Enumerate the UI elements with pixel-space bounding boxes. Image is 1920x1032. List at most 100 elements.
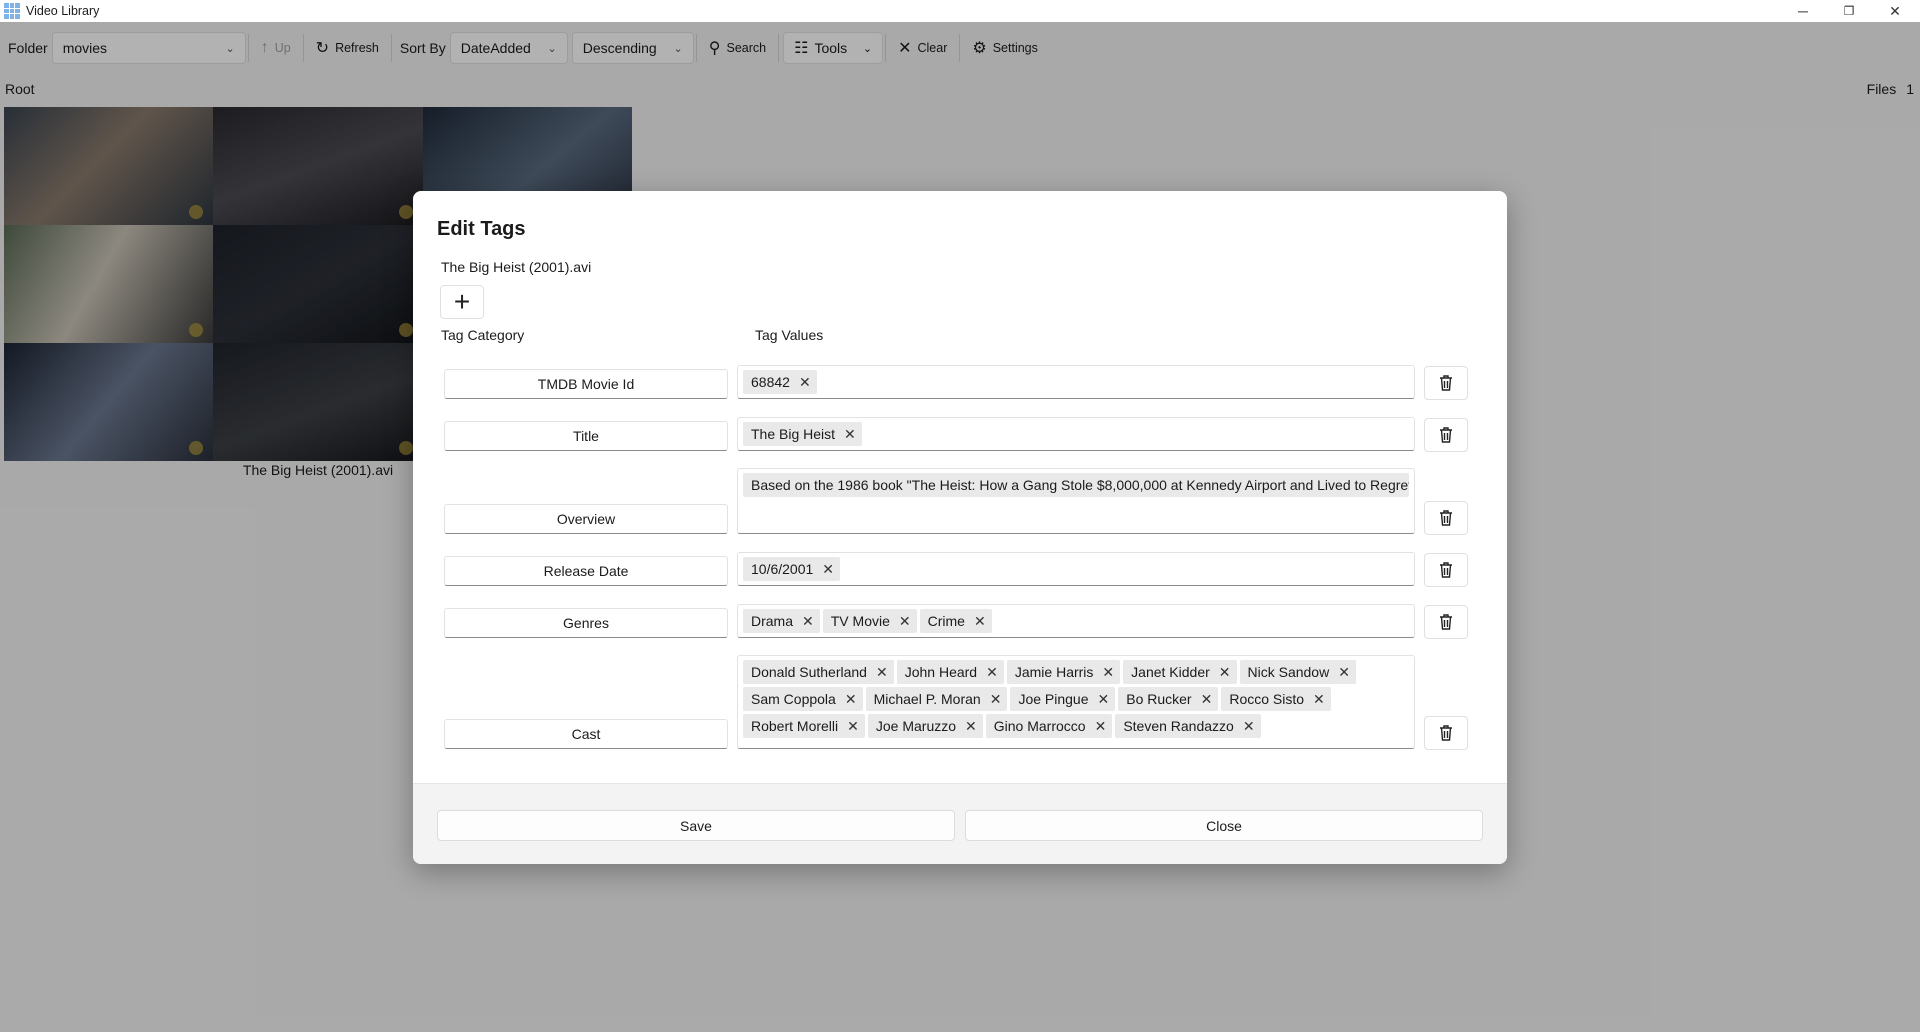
tag-chip-text: 68842 [751, 374, 790, 390]
tag-chip-text: Janet Kidder [1131, 664, 1210, 680]
tag-chip-text: Rocco Sisto [1229, 691, 1305, 707]
delete-tag-button[interactable] [1424, 366, 1468, 400]
remove-tag-icon[interactable]: ✕ [1243, 718, 1255, 735]
tag-chip: Joe Maruzzo ✕ [867, 714, 983, 738]
tag-chip-text: Robert Morelli [751, 718, 839, 734]
tag-chip: Based on the 1986 book "The Heist: How a… [743, 473, 1409, 497]
dialog-title: Edit Tags [437, 218, 526, 240]
trash-icon [1440, 562, 1452, 578]
remove-tag-icon[interactable]: ✕ [802, 613, 814, 630]
tag-chip-text: Gino Marrocco [993, 718, 1086, 734]
tag-chip: Jamie Harris ✕ [1006, 660, 1121, 684]
delete-tag-button[interactable] [1424, 605, 1468, 639]
tag-chip-text: TV Movie [830, 613, 890, 629]
tag-chip-text: 10/6/2001 [751, 561, 814, 577]
tag-category-field[interactable]: Overview [444, 504, 728, 534]
tag-values-field[interactable]: The Big Heist ✕ [737, 417, 1415, 451]
delete-tag-button[interactable] [1424, 418, 1468, 452]
remove-tag-icon[interactable]: ✕ [899, 613, 911, 630]
remove-tag-icon[interactable]: ✕ [1102, 664, 1114, 681]
tag-chip-text: The Big Heist [751, 426, 836, 442]
remove-tag-icon[interactable]: ✕ [847, 718, 859, 735]
app-icon [4, 3, 20, 19]
tag-chip: Janet Kidder ✕ [1123, 660, 1237, 684]
tag-chip: Drama ✕ [743, 609, 820, 633]
tag-chip: Robert Morelli ✕ [743, 714, 865, 738]
tag-chip: Donald Sutherland ✕ [743, 660, 894, 684]
tag-chip-text: Bo Rucker [1126, 691, 1192, 707]
tag-values-field[interactable]: 10/6/2001 ✕ [737, 552, 1415, 586]
dialog-file-name: The Big Heist (2001).avi [441, 259, 592, 275]
tag-chip: Joe Pingue ✕ [1010, 687, 1116, 711]
maximize-button[interactable]: ❐ [1826, 0, 1872, 22]
close-button[interactable]: Close [965, 810, 1483, 841]
tag-chip: Rocco Sisto ✕ [1221, 687, 1331, 711]
remove-tag-icon[interactable]: ✕ [1098, 691, 1110, 708]
remove-tag-icon[interactable]: ✕ [986, 664, 998, 681]
tag-chip: Steven Randazzo ✕ [1115, 714, 1261, 738]
remove-tag-icon[interactable]: ✕ [1201, 691, 1213, 708]
tag-chip-text: Sam Coppola [751, 691, 836, 707]
delete-tag-button[interactable] [1424, 553, 1468, 587]
remove-tag-icon[interactable]: ✕ [1219, 664, 1231, 681]
title-bar: Video Library ─ ❐ ✕ [0, 0, 1920, 22]
tag-chip: Sam Coppola ✕ [743, 687, 863, 711]
delete-tag-button[interactable] [1424, 501, 1468, 535]
edit-tags-dialog: Edit Tags The Big Heist (2001).avi + Tag… [413, 191, 1507, 864]
tag-values-field[interactable]: 68842 ✕ [737, 365, 1415, 399]
tag-category-field[interactable]: Title [444, 421, 728, 451]
tag-category-field[interactable]: Release Date [444, 556, 728, 586]
tag-category-field[interactable]: TMDB Movie Id [444, 369, 728, 399]
plus-icon: + [453, 286, 471, 317]
tag-chip-text: Based on the 1986 book "The Heist: How a… [751, 477, 1409, 493]
tag-chip: The Big Heist ✕ [743, 422, 862, 446]
remove-tag-icon[interactable]: ✕ [1095, 718, 1107, 735]
tag-values-field[interactable]: Based on the 1986 book "The Heist: How a… [737, 468, 1415, 534]
remove-tag-icon[interactable]: ✕ [1338, 664, 1350, 681]
tag-chip-text: Joe Pingue [1018, 691, 1089, 707]
tag-chip-text: Joe Maruzzo [875, 718, 957, 734]
save-button[interactable]: Save [437, 810, 955, 841]
window-title: Video Library [26, 4, 100, 18]
remove-tag-icon[interactable]: ✕ [965, 718, 977, 735]
tag-chip-text: Nick Sandow [1247, 664, 1330, 680]
tag-chip-text: Michael P. Moran [873, 691, 981, 707]
minimize-button[interactable]: ─ [1780, 0, 1826, 22]
dialog-footer: Save Close [413, 783, 1507, 864]
tag-values-field[interactable]: Drama ✕ TV Movie ✕ Crime ✕ [737, 604, 1415, 638]
tag-values-header: Tag Values [755, 327, 824, 343]
tag-chip-text: Steven Randazzo [1123, 718, 1234, 734]
trash-icon [1440, 375, 1452, 391]
tag-values-field[interactable]: Donald Sutherland ✕ John Heard ✕ Jamie Harri… [737, 655, 1415, 749]
remove-tag-icon[interactable]: ✕ [1313, 691, 1325, 708]
tag-chip: John Heard ✕ [896, 660, 1004, 684]
tag-chip: 10/6/2001 ✕ [743, 557, 841, 581]
close-window-button[interactable]: ✕ [1872, 0, 1918, 22]
tag-category-field[interactable]: Genres [444, 608, 728, 638]
trash-icon [1440, 725, 1452, 741]
remove-tag-icon[interactable]: ✕ [799, 374, 811, 391]
delete-tag-button[interactable] [1424, 716, 1468, 750]
trash-icon [1440, 427, 1452, 443]
tag-category-field[interactable]: Cast [444, 719, 728, 749]
tag-chip-text: Drama [751, 613, 794, 629]
trash-icon [1440, 510, 1452, 526]
trash-icon [1440, 614, 1452, 630]
remove-tag-icon[interactable]: ✕ [876, 664, 888, 681]
tag-chip: Crime ✕ [919, 609, 992, 633]
tag-chip: Michael P. Moran ✕ [865, 687, 1008, 711]
remove-tag-icon[interactable]: ✕ [845, 691, 857, 708]
remove-tag-icon[interactable]: ✕ [990, 691, 1002, 708]
tag-chip: Nick Sandow ✕ [1239, 660, 1356, 684]
tag-chip: Bo Rucker ✕ [1118, 687, 1219, 711]
tag-category-header: Tag Category [441, 327, 525, 343]
tag-chip-text: Donald Sutherland [751, 664, 867, 680]
remove-tag-icon[interactable]: ✕ [974, 613, 986, 630]
remove-tag-icon[interactable]: ✕ [844, 426, 856, 443]
add-tag-button[interactable]: + [440, 285, 484, 319]
tag-chip: Gino Marrocco ✕ [985, 714, 1113, 738]
tag-chip: TV Movie ✕ [822, 609, 917, 633]
tag-chip-text: John Heard [904, 664, 978, 680]
tag-chip: 68842 ✕ [743, 370, 817, 394]
remove-tag-icon[interactable]: ✕ [822, 561, 834, 578]
